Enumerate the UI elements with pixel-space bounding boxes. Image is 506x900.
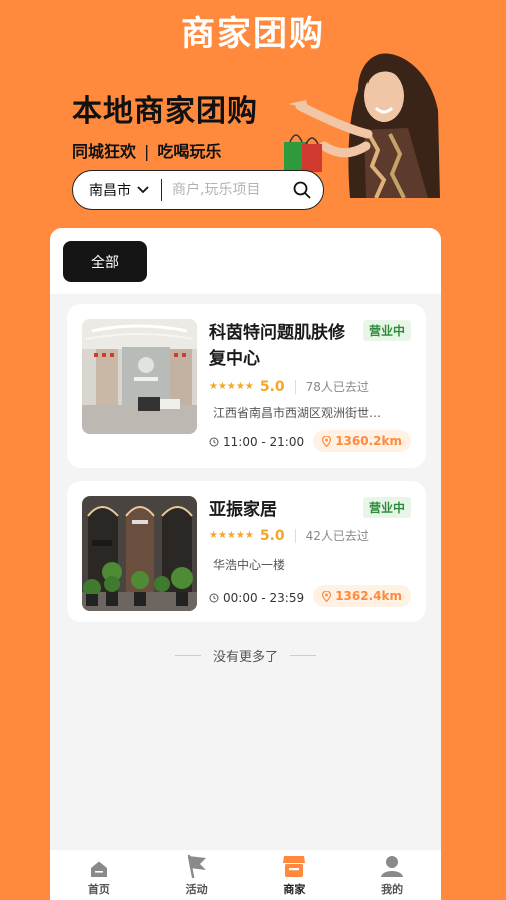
hours-text: 11:00 - 21:00: [223, 435, 305, 449]
search-bar: 南昌市: [72, 170, 324, 210]
chevron-down-icon: [137, 186, 149, 194]
shop-address: 江西省南昌市西湖区观洲街世…: [213, 406, 382, 420]
visited-count: 42人已去过: [305, 529, 369, 543]
store-icon: [283, 856, 306, 877]
filter-bar: 全部: [50, 228, 441, 294]
location-pin-icon: [322, 435, 332, 447]
hero-subtitle-right: 吃喝玩乐: [157, 142, 222, 161]
shop-address: 华浩中心一楼: [213, 558, 286, 572]
business-hours: 11:00 - 21:00: [209, 435, 304, 449]
distance-badge: 1362.4km: [313, 585, 411, 607]
hero-title: 本地商家团购: [72, 94, 258, 129]
home-icon: [90, 861, 107, 877]
rating-divider: [294, 528, 296, 543]
hero-subtitle-separator: |: [144, 142, 150, 161]
tab-profile-label: 我的: [381, 883, 404, 896]
city-label: 南昌市: [89, 183, 131, 199]
shop-photo: [82, 319, 197, 434]
status-badge: 营业中: [362, 320, 411, 341]
list-end-indicator: 没有更多了: [50, 646, 441, 665]
hours-text: 00:00 - 23:59: [223, 591, 305, 605]
list-end-line-right: [290, 655, 316, 656]
tab-home-label: 首页: [87, 883, 110, 896]
business-hours: 00:00 - 23:59: [209, 591, 304, 605]
distance-badge: 1360.2km: [313, 430, 411, 452]
rating-score: 5.0: [259, 527, 285, 544]
clock-icon: [209, 437, 219, 447]
bottom-tab-bar: 首页 活动 商家 我的: [50, 850, 441, 900]
shop-photo: [82, 496, 197, 611]
page-title: 商家团购: [181, 14, 325, 54]
flag-icon: [187, 854, 206, 878]
list-end-text: 没有更多了: [212, 650, 278, 665]
distance-text: 1360.2km: [335, 434, 402, 448]
rating-divider: [294, 379, 296, 394]
search-divider: [161, 179, 162, 201]
star-rating-icon: ★★★★★: [209, 381, 254, 392]
hero-subtitle-left: 同城狂欢: [72, 142, 137, 161]
star-rating-icon: ★★★★★: [209, 530, 254, 541]
city-selector[interactable]: 南昌市: [89, 180, 149, 200]
rating-row: ★★★★★ 5.0 42人已去过: [209, 527, 369, 544]
search-icon[interactable]: [291, 179, 313, 201]
hero-subtitle: 同城狂欢 | 吃喝玩乐: [72, 138, 221, 162]
clock-icon: [209, 593, 219, 603]
shop-panel: 全部 科茵特问题肌肤修复中心 营业中 ★★★★★ 5.0 78人已去过 江西省南…: [50, 228, 441, 900]
rating-score: 5.0: [259, 378, 285, 395]
filter-all-button[interactable]: 全部: [63, 241, 147, 282]
tab-home[interactable]: 首页: [50, 850, 148, 900]
tab-merchants-label: 商家: [283, 883, 306, 896]
shop-card[interactable]: 科茵特问题肌肤修复中心 营业中 ★★★★★ 5.0 78人已去过 江西省南昌市西…: [67, 304, 426, 468]
visited-count: 78人已去过: [305, 380, 369, 394]
tab-activity-label: 活动: [185, 883, 208, 896]
shop-card[interactable]: 亚振家居 营业中 ★★★★★ 5.0 42人已去过 华浩中心一楼 00:00 -…: [67, 481, 426, 622]
rating-row: ★★★★★ 5.0 78人已去过: [209, 378, 369, 395]
tab-profile[interactable]: 我的: [343, 850, 441, 900]
distance-text: 1362.4km: [335, 589, 402, 603]
search-input[interactable]: [172, 182, 291, 198]
user-icon: [381, 856, 404, 877]
shop-name: 科茵特问题肌肤修复中心: [209, 323, 345, 369]
list-end-line-left: [174, 655, 201, 656]
tab-merchants[interactable]: 商家: [246, 850, 344, 900]
tab-activity[interactable]: 活动: [148, 850, 246, 900]
status-badge: 营业中: [362, 497, 411, 518]
location-pin-icon: [322, 590, 332, 602]
shop-name: 亚振家居: [209, 500, 277, 520]
